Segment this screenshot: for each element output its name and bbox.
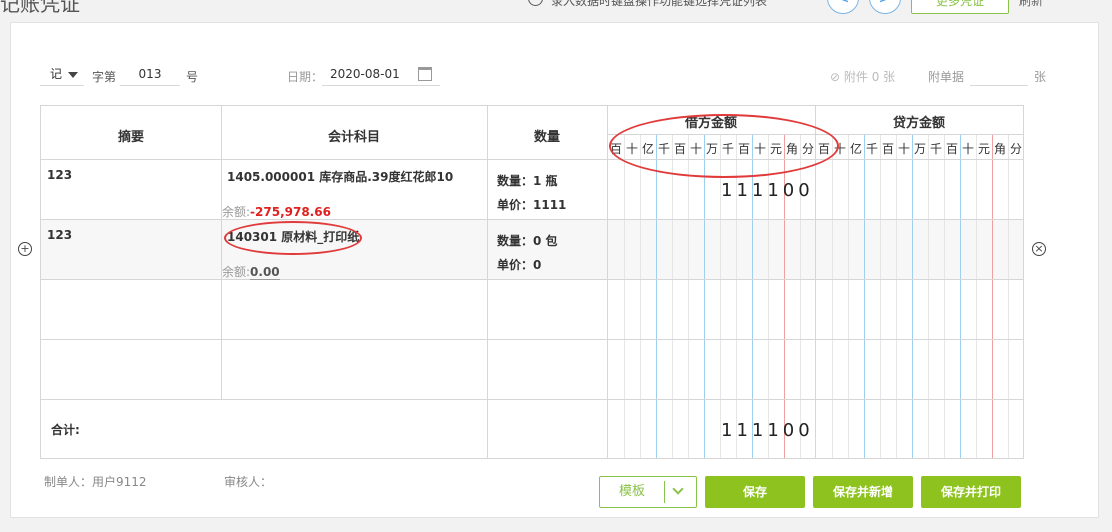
- credit-digit-header: 分: [1009, 142, 1022, 156]
- row1-balance-value: -275,978.66: [250, 205, 331, 219]
- template-label: 模板: [618, 484, 645, 499]
- attach-doc-label: 附单据: [928, 70, 965, 84]
- credit-digit-header: 百: [945, 142, 958, 156]
- digit-column-line: [960, 134, 961, 458]
- row2-balance-label: 余额:: [222, 265, 251, 279]
- refresh-link[interactable]: 刷新: [1019, 0, 1043, 9]
- digit-column-line: [832, 134, 833, 458]
- digit-column-line: [880, 134, 881, 458]
- delete-row-icon[interactable]: ×: [1032, 242, 1046, 256]
- voucher-type-select[interactable]: 记: [40, 62, 84, 86]
- reviewer-label: 审核人：: [224, 475, 273, 489]
- total-label: 合计:: [51, 423, 80, 437]
- chevron-down-icon[interactable]: [672, 483, 684, 495]
- row1-account[interactable]: 1405.000001 库存商品.39度红花郎10: [227, 168, 453, 185]
- header-credit: 贷方金额: [892, 116, 945, 131]
- voucher-table: 百十亿千百十万千百十元角分百十亿千百十万千百十元角分 摘要 会计科目 数量 借方…: [40, 105, 1024, 459]
- attach-doc-input[interactable]: [970, 62, 1028, 86]
- maker-label: 制单人：用户9112: [44, 475, 147, 489]
- top-bar: 记账凭证 录入数据时键盘操作功能键选择凭证列表 < > 更多凭证 刷新: [0, 0, 1112, 22]
- row1-balance-label: 余额:: [222, 205, 251, 219]
- date-label: 日期：: [287, 70, 324, 84]
- credit-digit-header: 千: [865, 142, 878, 156]
- digit-column-line: [912, 134, 913, 458]
- annotation-oval: [609, 114, 839, 178]
- digit-column-line: [704, 134, 705, 458]
- row2-balance-value: 0.00: [250, 265, 280, 280]
- credit-digit-header: 万: [913, 142, 926, 156]
- save-and-print-button[interactable]: 保存并打印: [921, 476, 1021, 508]
- digit-column-line: [896, 134, 897, 458]
- digit-column-line: [656, 134, 657, 458]
- credit-digit-header: 百: [881, 142, 894, 156]
- chevron-down-icon: [68, 71, 79, 78]
- row1-qty[interactable]: 数量：1 瓶: [497, 172, 558, 189]
- credit-digit-header: 十: [961, 142, 974, 156]
- number-suffix: 号: [186, 70, 199, 84]
- total-debit-amount: 111100: [721, 420, 814, 441]
- header-quantity: 数量: [533, 130, 560, 145]
- credit-digit-header: 元: [977, 142, 990, 156]
- row2-qty[interactable]: 数量：0 包: [497, 232, 558, 249]
- digit-column-line: [944, 134, 945, 458]
- annotation-oval: [224, 221, 362, 255]
- digit-column-line: [992, 134, 993, 458]
- header-account: 会计科目: [327, 130, 380, 145]
- save-and-new-button[interactable]: 保存并新增: [813, 476, 913, 508]
- digit-column-line: [672, 134, 673, 458]
- prev-voucher-button[interactable]: <: [827, 0, 859, 14]
- attachment-label: 附件 0 张: [843, 70, 896, 84]
- row2-summary[interactable]: 123: [47, 228, 72, 242]
- row1-price[interactable]: 单价：1111: [497, 196, 566, 213]
- digit-column-line: [928, 134, 929, 458]
- save-button[interactable]: 保存: [705, 476, 805, 508]
- add-row-icon[interactable]: +: [18, 242, 32, 256]
- attachment-link[interactable]: ⊘ 附件 0 张: [830, 68, 895, 85]
- credit-digit-header: 亿: [849, 142, 862, 156]
- hint-text: 录入数据时键盘操作功能键选择凭证列表: [551, 0, 768, 8]
- digit-column-line: [1008, 134, 1009, 458]
- voucher-number-input[interactable]: 013: [120, 62, 180, 86]
- digit-column-line: [624, 134, 625, 458]
- digit-column-line: [848, 134, 849, 458]
- row1-summary[interactable]: 123: [47, 168, 72, 182]
- template-dropdown-button[interactable]: 模板: [599, 476, 697, 508]
- more-vouchers-button[interactable]: 更多凭证: [911, 0, 1009, 14]
- credit-digit-header: 角: [993, 142, 1006, 156]
- header-summary: 摘要: [117, 130, 144, 145]
- attach-unit: 张: [1034, 70, 1047, 84]
- digit-column-line: [688, 134, 689, 458]
- row2-balance: 余额:0.00: [222, 263, 280, 280]
- next-voucher-button[interactable]: >: [869, 0, 901, 14]
- info-icon: [528, 0, 543, 6]
- calendar-icon[interactable]: [418, 67, 432, 81]
- page-title: 记账凭证: [0, 0, 80, 16]
- credit-digit-header: 千: [929, 142, 942, 156]
- word-label: 字第: [92, 70, 117, 84]
- digit-column-line: [976, 134, 977, 458]
- digit-column-line: [640, 134, 641, 458]
- row2-price[interactable]: 单价：0: [497, 256, 541, 273]
- voucher-type-value: 记: [50, 67, 63, 81]
- row1-balance: 余额:-275,978.66: [222, 203, 331, 220]
- row1-debit-amount[interactable]: 111100: [721, 180, 814, 201]
- digit-column-line: [864, 134, 865, 458]
- credit-digit-header: 十: [897, 142, 910, 156]
